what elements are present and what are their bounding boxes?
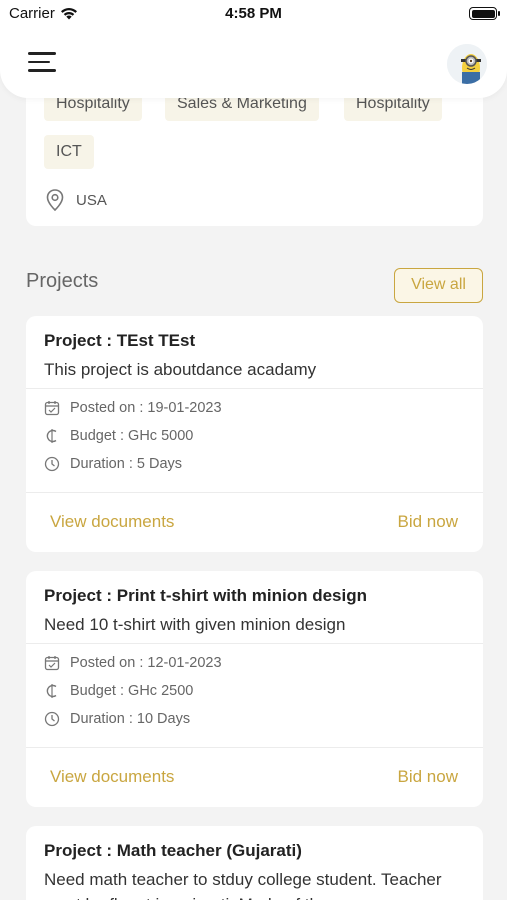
menu-button[interactable] [28, 52, 58, 76]
avatar[interactable] [447, 44, 487, 84]
project-title: Project : Math teacher (Gujarati) [44, 841, 302, 860]
budget-text: Budget : GHc 2500 [70, 683, 194, 699]
project-description: This project is aboutdance acadamy [44, 360, 317, 379]
budget-text: Budget : GHc 5000 [70, 428, 194, 444]
bid-now-button[interactable]: Bid now [398, 767, 458, 787]
cedi-currency-icon [44, 428, 60, 444]
divider [26, 643, 483, 644]
project-card[interactable]: Project : TEst TEst This project is abou… [26, 316, 483, 552]
clock: 4:58 PM [225, 5, 282, 22]
calendar-icon [44, 655, 60, 671]
tag-ict: ICT [44, 135, 94, 169]
duration-row: Duration : 5 Days [44, 456, 182, 472]
battery-icon [469, 7, 500, 20]
bid-now-button[interactable]: Bid now [398, 512, 458, 532]
hamburger-icon-bar [28, 52, 56, 55]
view-documents-button[interactable]: View documents [50, 512, 174, 532]
divider [26, 388, 483, 389]
clock-icon [44, 456, 60, 472]
posted-on-row: Posted on : 12-01-2023 [44, 655, 222, 671]
hamburger-icon-bar [28, 60, 50, 63]
budget-row: Budget : GHc 2500 [44, 683, 193, 699]
budget-row: Budget : GHc 5000 [44, 428, 193, 444]
duration-text: Duration : 10 Days [70, 711, 191, 727]
project-description: Need math teacher to stduy college stude… [44, 870, 442, 900]
duration-text: Duration : 5 Days [70, 456, 183, 472]
hamburger-icon-bar [28, 69, 56, 72]
clock-icon [44, 711, 60, 727]
app-header [0, 28, 507, 98]
duration-row: Duration : 10 Days [44, 711, 190, 727]
posted-on-text: Posted on : 19-01-2023 [70, 400, 222, 416]
posted-on-row: Posted on : 19-01-2023 [44, 400, 222, 416]
location: USA [44, 188, 107, 212]
section-title-projects: Projects [26, 270, 99, 292]
location-text: USA [76, 191, 107, 209]
location-pin-icon [46, 189, 64, 212]
status-bar: Carrier 4:58 PM [0, 0, 507, 28]
project-title: Project : TEst TEst [44, 331, 196, 350]
project-title: Project : Print t-shirt with minion desi… [44, 586, 368, 605]
divider [26, 747, 483, 748]
project-description: Need 10 t-shirt with given minion design [44, 615, 346, 634]
view-all-button[interactable]: View all [394, 268, 483, 303]
project-card[interactable]: Project : Math teacher (Gujarati) Need m… [26, 826, 483, 900]
view-documents-button[interactable]: View documents [50, 767, 174, 787]
divider [26, 492, 483, 493]
project-card[interactable]: Project : Print t-shirt with minion desi… [26, 571, 483, 807]
minion-avatar-icon [447, 44, 487, 84]
posted-on-text: Posted on : 12-01-2023 [70, 655, 222, 671]
cedi-currency-icon [44, 683, 60, 699]
calendar-icon [44, 400, 60, 416]
